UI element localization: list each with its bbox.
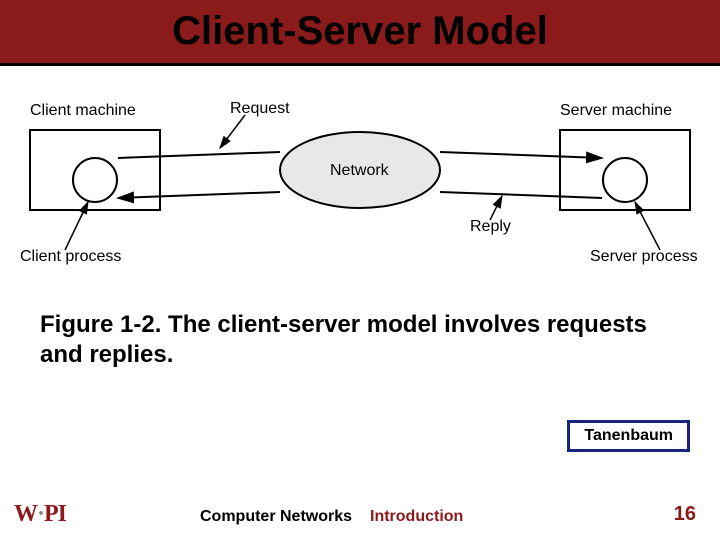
page-number: 16 [674,503,696,526]
label-request: Request [230,100,290,118]
label-server-process: Server process [590,248,698,266]
diagram-svg [20,100,700,270]
slide-footer: W·PI Computer Networks Introduction 16 [0,498,720,528]
footer-course: Computer Networks [200,508,352,526]
label-reply: Reply [470,218,511,236]
slide-title: Client-Server Model [172,9,548,54]
wpi-logo: W·PI [14,501,66,528]
title-bar: Client-Server Model [0,0,720,66]
label-network: Network [330,162,389,180]
attribution-box: Tanenbaum [567,420,690,452]
footer-topic: Introduction [370,508,463,526]
client-server-diagram: Client machine Server machine Request Ne… [20,100,700,270]
label-client-machine: Client machine [30,102,136,120]
label-client-process: Client process [20,248,121,266]
label-server-machine: Server machine [560,102,672,120]
attribution-text: Tanenbaum [584,427,673,444]
figure-caption: Figure 1-2. The client-server model invo… [40,310,680,370]
